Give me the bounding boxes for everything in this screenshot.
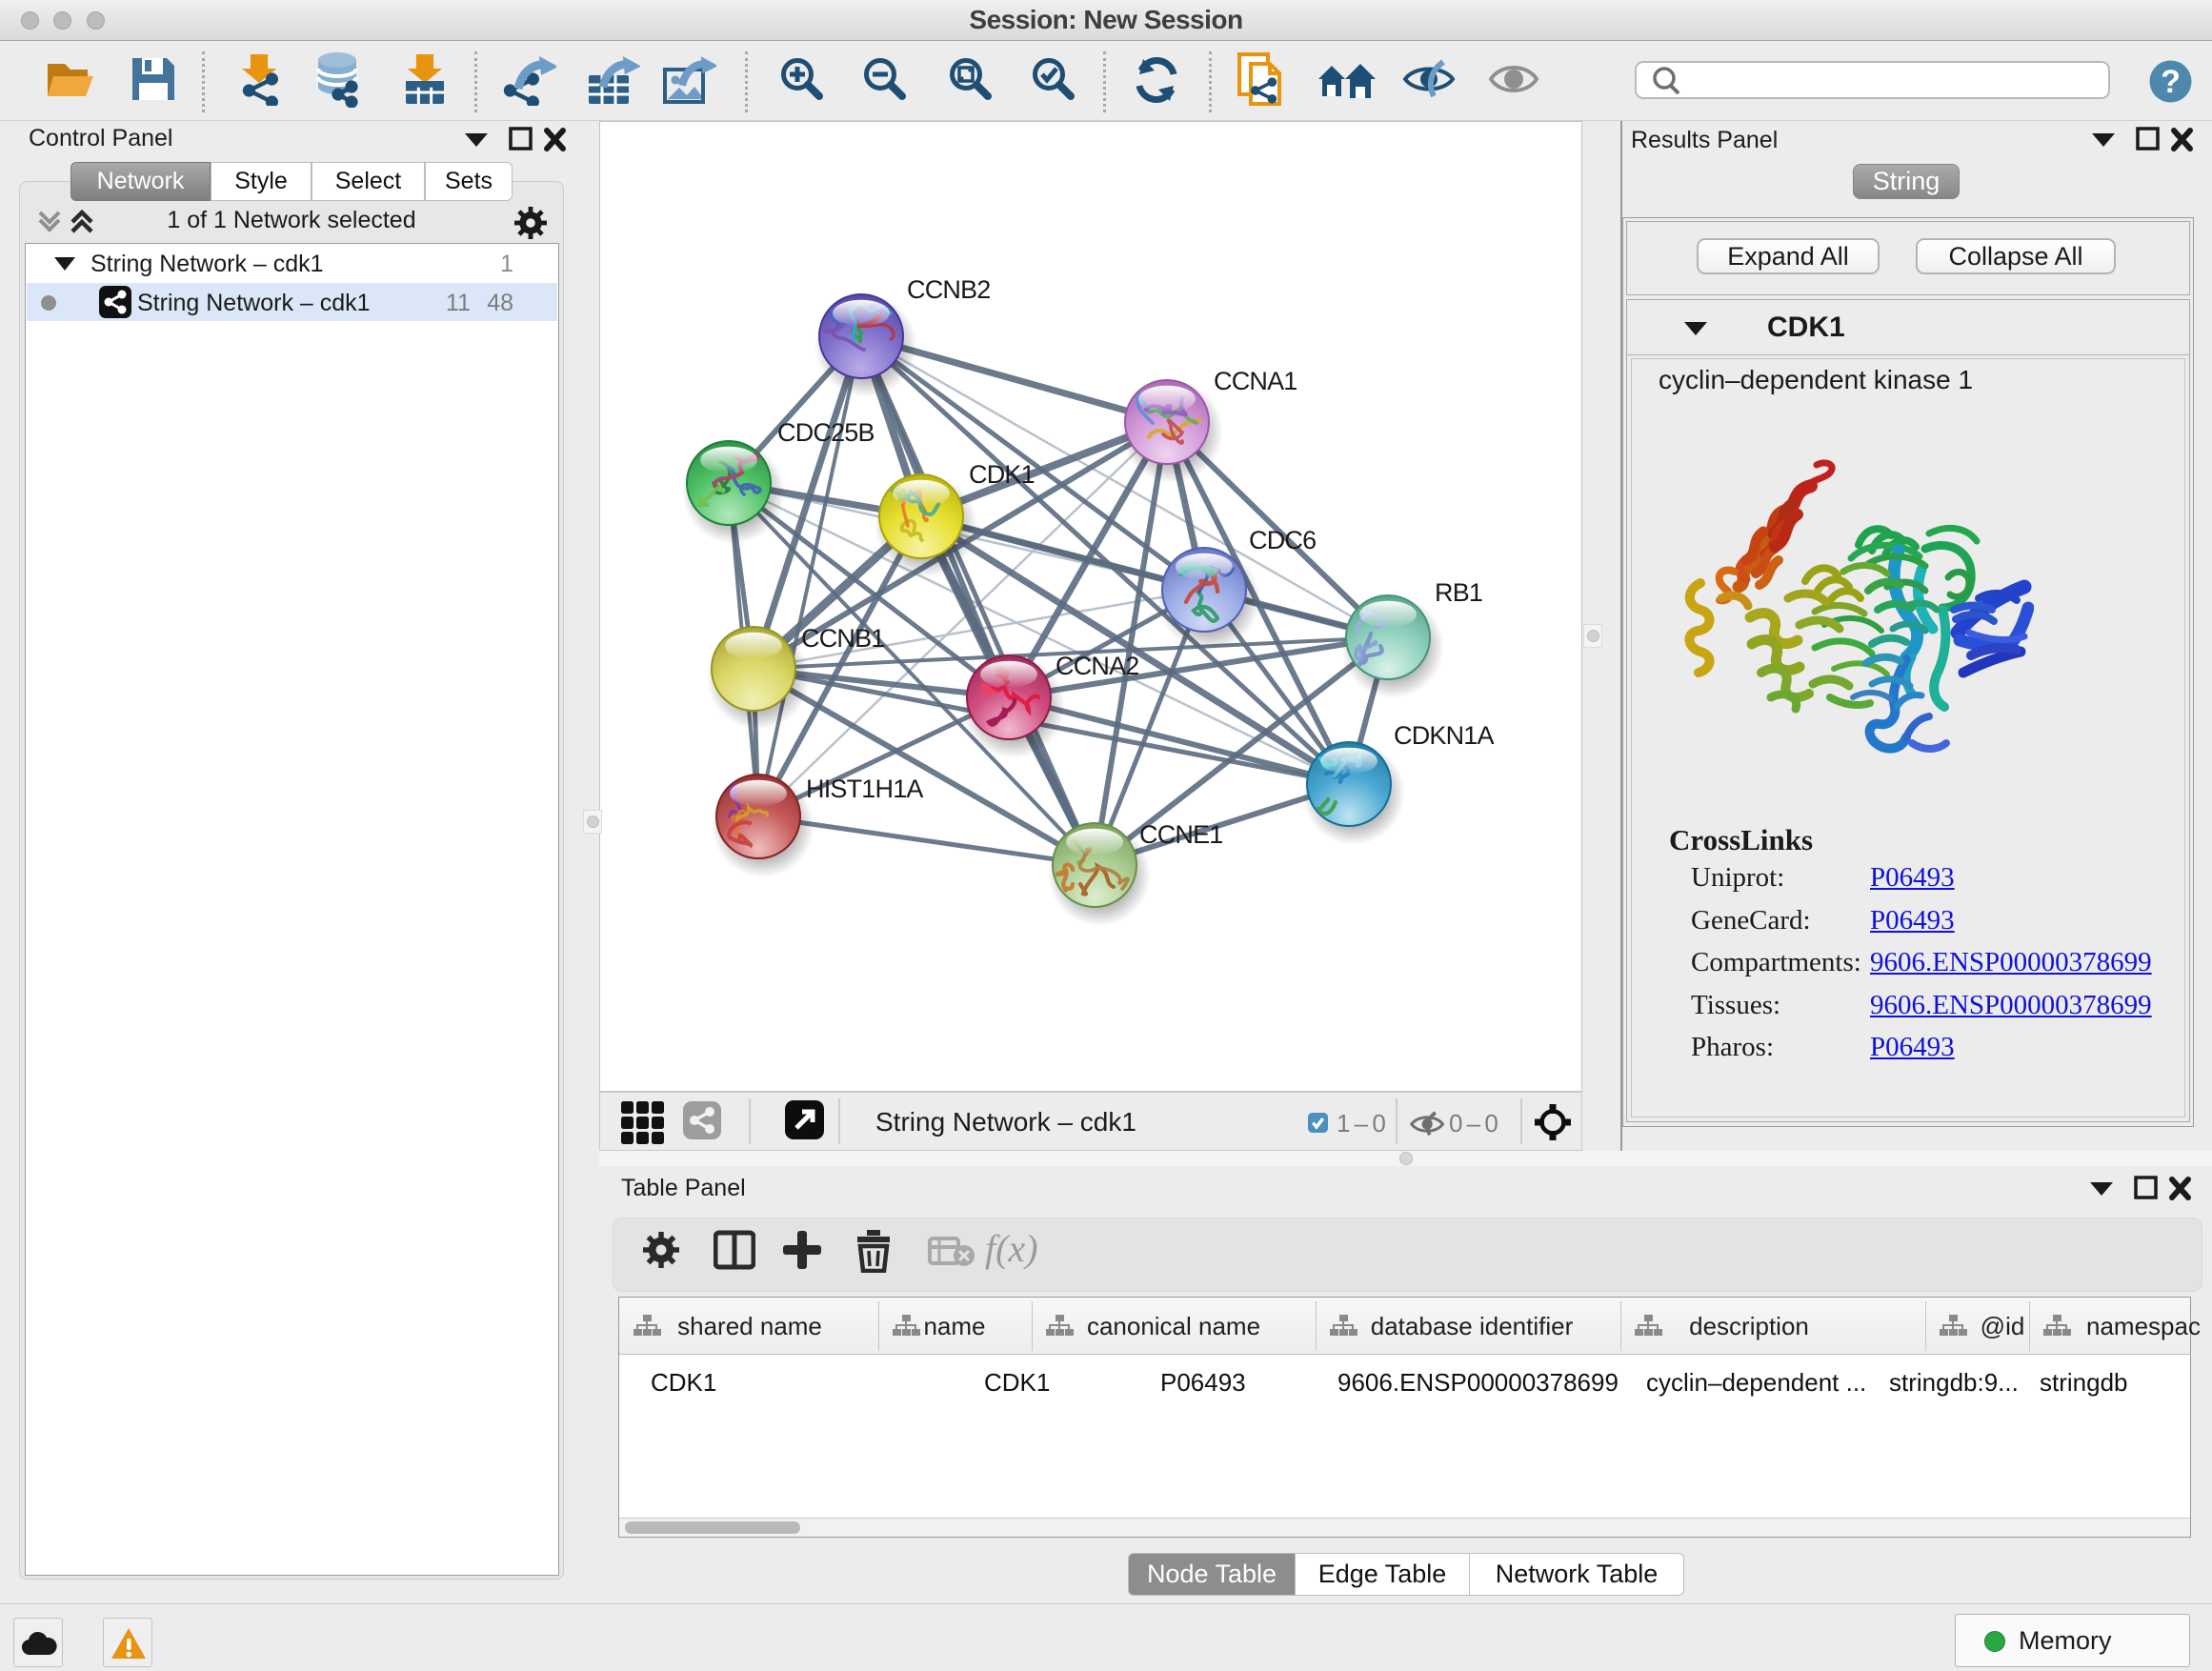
svg-text:CCNA1: CCNA1: [1214, 367, 1297, 395]
svg-text:CDKN1A: CDKN1A: [1394, 721, 1495, 750]
svg-text:CCNE1: CCNE1: [1139, 820, 1223, 849]
svg-text:?: ?: [2161, 64, 2181, 100]
svg-text:CCNB2: CCNB2: [907, 275, 991, 304]
svg-text:RB1: RB1: [1435, 578, 1482, 607]
svg-text:CDC25B: CDC25B: [777, 418, 875, 447]
svg-text:CCNB1: CCNB1: [801, 624, 885, 653]
svg-text:CDK1: CDK1: [969, 460, 1035, 489]
svg-text:CCNA2: CCNA2: [1056, 652, 1139, 680]
svg-text:CDC6: CDC6: [1249, 526, 1316, 554]
svg-text:HIST1H1A: HIST1H1A: [806, 775, 923, 803]
